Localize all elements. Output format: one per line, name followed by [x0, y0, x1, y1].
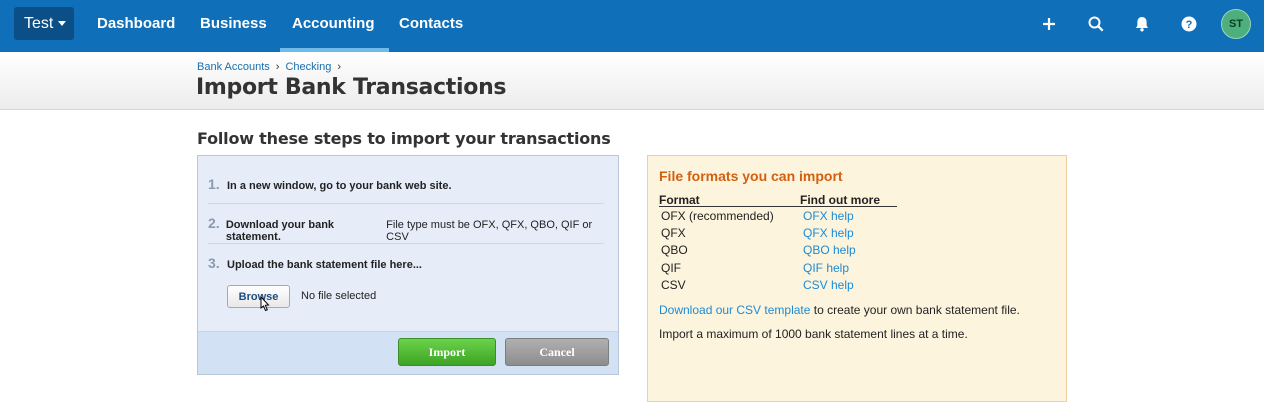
- format-help-link[interactable]: OFX help: [803, 209, 854, 223]
- format-help-link[interactable]: QIF help: [803, 261, 849, 275]
- caret-down-icon: [58, 21, 67, 26]
- step-1: 1. In a new window, go to your bank web …: [208, 176, 604, 192]
- format-row: CSV CSV help: [661, 278, 961, 292]
- nav-contacts[interactable]: Contacts: [399, 0, 463, 52]
- plus-icon[interactable]: [1039, 14, 1059, 34]
- import-steps-panel: 1. In a new window, go to your bank web …: [197, 155, 619, 375]
- svg-text:?: ?: [1186, 19, 1193, 31]
- column-header-format: Format: [659, 193, 700, 207]
- steps-footer: Import Cancel: [198, 331, 618, 374]
- step-number: 3.: [208, 255, 220, 271]
- breadcrumb-checking[interactable]: Checking: [285, 61, 331, 73]
- csv-template-line: Download our CSV template to create your…: [659, 303, 1020, 317]
- header-underline: [659, 206, 897, 207]
- help-icon[interactable]: ?: [1179, 14, 1199, 34]
- breadcrumb: Bank Accounts › Checking ›: [197, 61, 341, 73]
- step-instruction: Upload the bank statement file here...: [227, 259, 422, 271]
- format-row: QIF QIF help: [661, 261, 961, 275]
- mouse-cursor-icon: [257, 295, 271, 314]
- nav-dashboard[interactable]: Dashboard: [97, 0, 175, 52]
- org-name: Test: [24, 14, 54, 32]
- formats-title: File formats you can import: [659, 168, 843, 184]
- import-button[interactable]: Import: [398, 338, 496, 366]
- page-title: Import Bank Transactions: [196, 75, 507, 100]
- divider: [208, 203, 604, 204]
- column-header-find-out-more: Find out more: [800, 193, 880, 207]
- format-name: QBO: [661, 243, 688, 257]
- format-help-link[interactable]: QFX help: [803, 226, 854, 240]
- format-name: QIF: [661, 261, 681, 275]
- bell-icon[interactable]: [1132, 14, 1152, 34]
- csv-template-link[interactable]: Download our CSV template: [659, 303, 810, 317]
- csv-template-text: to create your own bank statement file.: [810, 303, 1020, 317]
- nav-business[interactable]: Business: [200, 0, 267, 52]
- file-status: No file selected: [301, 290, 377, 302]
- step-instruction: Download your bank statement.: [225, 219, 335, 243]
- step-3: 3. Upload the bank statement file here..…: [208, 255, 604, 271]
- steps-section-title: Follow these steps to import your transa…: [197, 129, 611, 148]
- step-number: 1.: [208, 176, 220, 192]
- import-limit-note: Import a maximum of 1000 bank statement …: [659, 327, 968, 341]
- nav-accounting[interactable]: Accounting: [280, 0, 388, 52]
- format-name: CSV: [661, 278, 686, 292]
- format-row: QFX QFX help: [661, 226, 961, 240]
- format-help-link[interactable]: QBO help: [803, 243, 856, 257]
- format-name: OFX (recommended): [661, 209, 774, 223]
- format-row: OFX (recommended) OFX help: [661, 209, 961, 223]
- breadcrumb-bank-accounts[interactable]: Bank Accounts: [197, 61, 270, 73]
- avatar[interactable]: ST: [1221, 9, 1251, 39]
- cancel-button[interactable]: Cancel: [505, 338, 609, 366]
- step-2: 2. Download your bank statement. File ty…: [208, 215, 604, 243]
- page-header: [0, 52, 1264, 110]
- format-row: QBO QBO help: [661, 243, 961, 257]
- breadcrumb-separator: ›: [275, 61, 280, 73]
- org-switcher-button[interactable]: Test: [14, 7, 74, 40]
- format-help-link[interactable]: CSV help: [803, 278, 854, 292]
- top-nav: Test Dashboard Business Accounting Conta…: [0, 0, 1264, 52]
- format-name: QFX: [661, 226, 686, 240]
- step-detail: File type must be OFX, QFX, QBO, QIF or …: [386, 219, 593, 243]
- step-instruction: In a new window, go to your bank web sit…: [227, 180, 452, 192]
- step-number: 2.: [208, 215, 220, 231]
- divider: [208, 243, 604, 244]
- breadcrumb-separator: ›: [337, 61, 341, 73]
- file-formats-panel: File formats you can import Format Find …: [647, 155, 1067, 402]
- search-icon[interactable]: [1086, 14, 1106, 34]
